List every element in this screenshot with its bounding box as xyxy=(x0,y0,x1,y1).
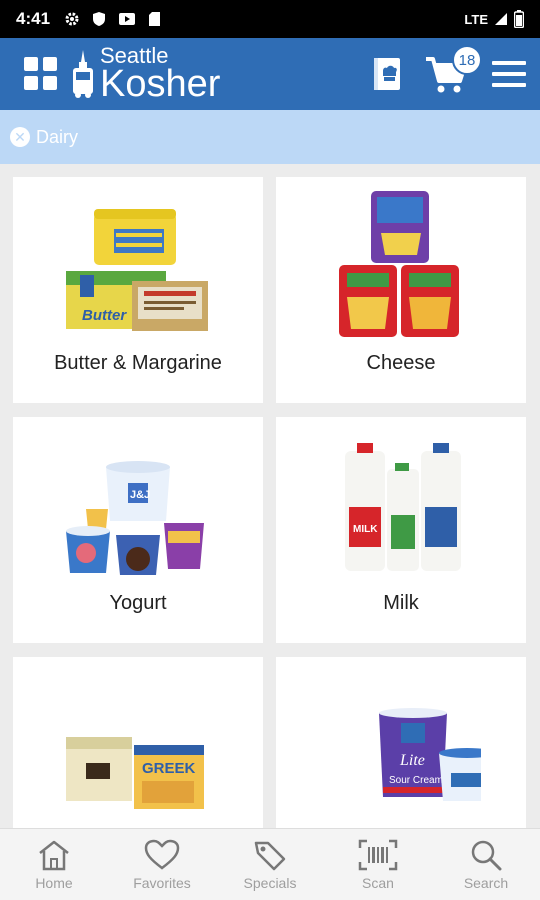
sd-card-icon xyxy=(149,12,161,26)
nav-label: Specials xyxy=(243,875,297,891)
video-icon xyxy=(119,13,136,25)
category-card-cheese[interactable]: Cheese xyxy=(276,177,526,403)
cheese-product-image xyxy=(276,185,526,341)
greek-box-text: GREEK xyxy=(142,760,196,777)
category-card-sour-cream[interactable]: Lite Sour Cream xyxy=(276,657,526,828)
nav-scan[interactable]: Scan xyxy=(324,829,432,900)
nav-favorites[interactable]: Favorites xyxy=(108,829,216,900)
filter-label: Dairy xyxy=(36,126,79,147)
category-label: Cheese xyxy=(366,352,436,374)
nav-label: Home xyxy=(35,875,73,891)
lite-label-text: Lite xyxy=(399,752,425,769)
brand-logo[interactable]: Seattle Kosher xyxy=(70,45,220,103)
nav-specials[interactable]: Specials xyxy=(216,829,324,900)
category-grid: Butter Butter & Margarine Cheese J&J Yog… xyxy=(0,164,540,828)
sour-cream-label-text: Sour Cream xyxy=(389,775,443,786)
category-card-cream-cheese[interactable]: GREEK xyxy=(13,657,263,828)
tag-icon xyxy=(254,841,286,871)
bottom-navigation: Home Favorites Specials Scan Search xyxy=(0,828,540,900)
menu-icon[interactable] xyxy=(492,59,526,89)
cart-count-badge: 18 xyxy=(452,45,482,75)
search-icon xyxy=(471,840,502,871)
sour-cream-product-image: Lite Sour Cream xyxy=(276,707,526,828)
barcode-icon xyxy=(358,839,398,871)
battery-icon xyxy=(514,10,524,28)
app-bar: Seattle Kosher 18 xyxy=(0,38,540,110)
recipe-book-icon[interactable] xyxy=(372,56,402,92)
nav-label: Scan xyxy=(362,875,394,891)
butter-box-text: Butter xyxy=(82,307,127,324)
needle-truck-logo-icon xyxy=(73,50,93,98)
category-label: Yogurt xyxy=(109,592,167,614)
jj-logo-text: J&J xyxy=(130,489,150,501)
category-label: Milk xyxy=(383,592,419,614)
category-card-butter-margarine[interactable]: Butter Butter & Margarine xyxy=(13,177,263,403)
cart-button[interactable]: 18 xyxy=(424,45,482,97)
nav-label: Search xyxy=(463,875,509,891)
yogurt-product-image: J&J xyxy=(13,425,263,581)
settings-icon xyxy=(65,12,79,26)
network-type: LTE xyxy=(464,11,488,27)
status-bar: 4:41 LTE xyxy=(0,0,540,38)
milk-jug-text: MILK xyxy=(353,524,378,535)
nav-home[interactable]: Home xyxy=(0,829,108,900)
milk-product-image: MILK xyxy=(276,425,526,581)
signal-icon xyxy=(495,13,507,25)
brand-line-2: Kosher xyxy=(100,63,221,105)
category-label: Butter & Margarine xyxy=(54,352,222,374)
nav-label: Favorites xyxy=(133,875,191,891)
butter-product-image: Butter xyxy=(13,185,263,341)
categories-grid-icon[interactable] xyxy=(24,57,58,91)
category-card-yogurt[interactable]: J&J Yogurt xyxy=(13,417,263,643)
nav-search[interactable]: Search xyxy=(432,829,540,900)
greek-product-image: GREEK xyxy=(13,717,263,828)
status-time: 4:41 xyxy=(16,9,51,28)
heart-icon xyxy=(144,839,180,870)
shield-icon xyxy=(93,12,106,26)
filter-strip: ✕ Dairy xyxy=(0,110,540,164)
category-card-milk[interactable]: MILK Milk xyxy=(276,417,526,643)
home-icon xyxy=(39,840,69,871)
remove-filter-button[interactable]: ✕ xyxy=(10,127,30,147)
